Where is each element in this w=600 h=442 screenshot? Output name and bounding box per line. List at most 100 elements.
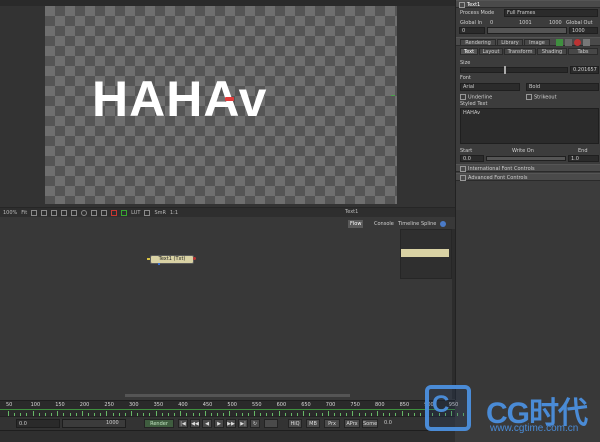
global-out-mid-value: 1000 xyxy=(549,20,562,26)
size-slider-handle[interactable] xyxy=(504,66,506,74)
aprx-button[interactable]: APrx xyxy=(344,419,360,428)
lut-button[interactable]: LUT xyxy=(131,210,140,216)
step-forward-icon[interactable]: ▶▶ xyxy=(226,419,236,428)
current-time-field[interactable]: 0.0 xyxy=(382,419,412,428)
smr-toggle[interactable]: SmR xyxy=(154,210,166,216)
global-in-field[interactable]: 0 xyxy=(459,27,485,34)
flow-vertical-scrollbar[interactable] xyxy=(452,229,455,399)
strikeout-checkbox[interactable] xyxy=(526,94,532,100)
check-icon[interactable] xyxy=(556,39,563,46)
hand-tool-icon[interactable] xyxy=(41,209,48,216)
info-icon[interactable] xyxy=(440,221,446,227)
tab-rendering[interactable]: Rendering xyxy=(460,39,496,46)
text-node[interactable]: Text1 (Txt) xyxy=(150,255,194,264)
subtab-transform[interactable]: Transform xyxy=(504,48,536,55)
viewer-title: Text1 xyxy=(345,209,359,215)
flow-horizontal-scrollbar[interactable] xyxy=(125,394,350,397)
strikeout-row[interactable]: Strikeout xyxy=(526,94,557,101)
global-range-slider[interactable] xyxy=(487,27,567,34)
flow-editor[interactable] xyxy=(0,217,455,400)
color-red-icon[interactable] xyxy=(111,209,118,216)
size-value[interactable]: 0.201657 xyxy=(570,66,599,74)
font-style-select[interactable]: Bold xyxy=(526,83,599,91)
tab-library[interactable]: Library xyxy=(497,39,523,46)
timeline-tick-label: 450 xyxy=(202,402,213,408)
ellipse-tool-icon[interactable] xyxy=(81,209,88,216)
strikeout-label: Strikeout xyxy=(534,94,557,101)
render-start-field[interactable]: 0.0 xyxy=(16,419,60,428)
underline-label: Underline xyxy=(468,94,493,101)
subtab-shading[interactable]: Shading xyxy=(537,48,567,55)
global-in-label: Global In xyxy=(460,20,483,26)
polygon-tool-icon[interactable] xyxy=(51,209,58,216)
canvas-text: HAHAv xyxy=(92,71,268,127)
global-mid-value: 1001 xyxy=(519,20,532,26)
paint-tool-icon[interactable] xyxy=(61,209,68,216)
pointer-tool-icon[interactable] xyxy=(31,209,38,216)
size-slider[interactable] xyxy=(460,67,568,73)
roi-icon[interactable] xyxy=(144,209,151,216)
render-end-field[interactable]: 1000 xyxy=(104,419,128,428)
subtab-text[interactable]: Text xyxy=(460,48,478,55)
node-mask-port[interactable] xyxy=(158,263,160,265)
text-center-handle[interactable] xyxy=(225,97,234,101)
writeon-range-slider[interactable] xyxy=(486,156,566,161)
intl-font-controls-bar[interactable]: International Font Controls xyxy=(456,164,600,172)
styled-text-input[interactable]: HAHAv xyxy=(460,108,599,144)
close-icon[interactable] xyxy=(583,39,590,46)
tab-timeline[interactable]: Timeline xyxy=(396,220,421,228)
color-green-icon[interactable] xyxy=(121,209,128,216)
zoom-level[interactable]: 100% xyxy=(3,210,17,216)
timeline-tick-label: 500 xyxy=(227,402,237,408)
expand-icon[interactable] xyxy=(460,166,466,172)
pin-icon[interactable] xyxy=(565,39,572,46)
tab-image[interactable]: Image xyxy=(524,39,550,46)
start-label: Start xyxy=(460,148,473,154)
hiq-button[interactable]: HiQ xyxy=(288,419,302,428)
status-bar xyxy=(0,430,455,442)
timeline-tick-label: 150 xyxy=(55,402,65,408)
collapse-icon[interactable] xyxy=(459,2,465,8)
navigator-node-preview xyxy=(401,249,449,257)
text-b-icon[interactable] xyxy=(101,209,108,216)
underline-checkbox[interactable] xyxy=(460,94,466,100)
watermark-url: www.cgtime.com.cn xyxy=(490,423,579,434)
advanced-font-controls-bar[interactable]: Advanced Font Controls xyxy=(456,173,600,181)
ratio-button[interactable]: 1:1 xyxy=(170,210,178,216)
subtab-layout[interactable]: Layout xyxy=(479,48,503,55)
play-reverse-icon[interactable]: ◀ xyxy=(202,419,212,428)
prx-button[interactable]: Prx xyxy=(324,419,340,428)
end-value[interactable]: 1.0 xyxy=(568,155,599,162)
fit-button[interactable]: Fit xyxy=(21,210,27,216)
fps-icon[interactable] xyxy=(264,419,278,428)
panel-title-bar[interactable]: Text1 xyxy=(456,0,600,8)
global-out-field[interactable]: 1000 xyxy=(569,27,598,34)
timeline-tick-label: 350 xyxy=(153,402,164,408)
top-tab-strip: Rendering Library Image xyxy=(456,37,600,46)
start-value[interactable]: 0.0 xyxy=(460,155,484,162)
tab-spline[interactable]: Spline xyxy=(419,220,438,228)
play-icon[interactable]: ▶ xyxy=(214,419,224,428)
loop-icon[interactable]: ↻ xyxy=(250,419,260,428)
step-back-icon[interactable]: ◀◀ xyxy=(190,419,200,428)
underline-row[interactable]: Underline xyxy=(460,94,492,101)
mb-button[interactable]: MB xyxy=(306,419,320,428)
reset-icon[interactable] xyxy=(574,39,581,46)
expand-icon[interactable] xyxy=(460,175,466,181)
process-mode-label: Process Mode xyxy=(460,10,495,16)
tab-flow[interactable]: Flow xyxy=(348,220,364,228)
timeline-tick-label: 300 xyxy=(129,402,139,408)
goto-end-icon[interactable]: ▶| xyxy=(238,419,248,428)
goto-start-icon[interactable]: |◀ xyxy=(178,419,188,428)
text-a-icon[interactable] xyxy=(91,209,98,216)
process-mode-select[interactable]: Full Frames xyxy=(504,9,598,17)
tab-console[interactable]: Console xyxy=(372,220,396,228)
font-select[interactable]: Arial xyxy=(460,83,520,91)
node-output-port[interactable] xyxy=(193,257,196,260)
subtab-tabs[interactable]: Tabs xyxy=(568,48,598,55)
right-lower-area xyxy=(455,210,600,400)
render-button[interactable]: Render xyxy=(144,419,174,428)
some-button[interactable]: Some xyxy=(362,419,378,428)
rectangle-tool-icon[interactable] xyxy=(71,209,78,216)
writeon-label: Write On xyxy=(512,148,534,154)
